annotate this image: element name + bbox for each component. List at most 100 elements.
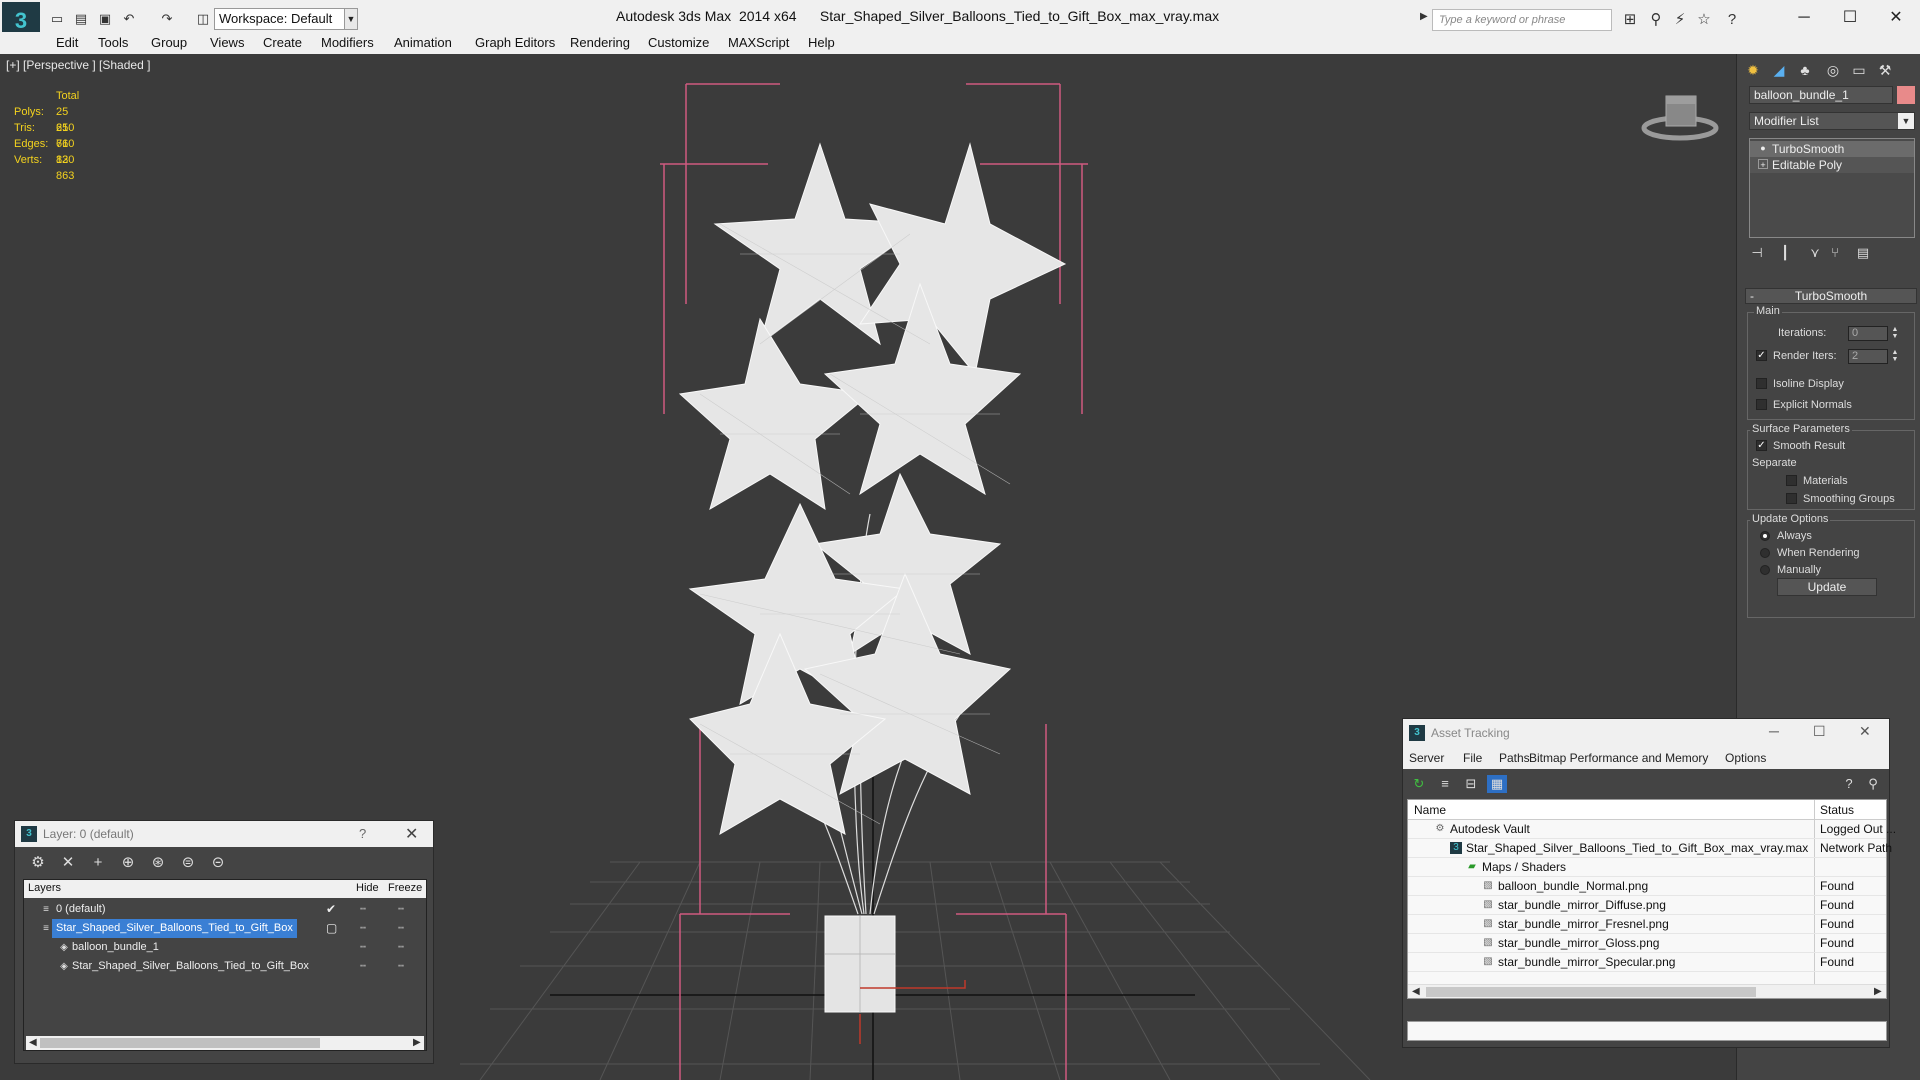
make-unique-icon[interactable]: ⋎ xyxy=(1805,244,1825,262)
hide-toggle[interactable]: ┅ xyxy=(360,957,366,976)
project-folder-icon[interactable]: ◫ xyxy=(194,10,212,28)
asset-menu-file[interactable]: File xyxy=(1463,751,1482,765)
create-tab-icon[interactable]: ✹ xyxy=(1741,58,1765,82)
smooth-result-checkbox[interactable]: ✓ xyxy=(1756,440,1767,451)
scroll-left-icon[interactable]: ◀ xyxy=(1412,985,1420,999)
viewcube[interactable] xyxy=(1641,95,1719,141)
menu-maxscript[interactable]: MAXScript xyxy=(728,35,789,50)
open-file-icon[interactable]: ▤ xyxy=(72,10,90,28)
asset-path-field[interactable] xyxy=(1407,1021,1887,1041)
iterations-spinner[interactable]: 0 xyxy=(1848,326,1888,341)
communication-icon[interactable]: ⚡ xyxy=(1670,10,1690,30)
spinner-arrows-icon[interactable]: ▲ ▼ xyxy=(1890,349,1900,364)
remove-modifier-icon[interactable]: ⑂ xyxy=(1825,244,1845,262)
manually-radio[interactable] xyxy=(1760,565,1770,575)
redo-icon[interactable]: ↷ xyxy=(158,10,176,28)
hide-toggle[interactable]: ┅ xyxy=(360,900,366,919)
modify-tab-icon[interactable]: ◢ xyxy=(1767,58,1791,82)
help-icon[interactable]: ? xyxy=(1722,10,1742,30)
layer-dialog-title-bar[interactable]: 3 Layer: 0 (default) ? ✕ xyxy=(15,821,433,847)
materials-checkbox[interactable] xyxy=(1786,475,1797,486)
lightbulb-icon[interactable]: ● xyxy=(1758,143,1768,153)
asset-row[interactable]: ▧ star_bundle_mirror_Gloss.png Found xyxy=(1408,934,1886,953)
update-button[interactable]: Update xyxy=(1777,578,1877,596)
asset-row[interactable]: ▧ star_bundle_mirror_Diffuse.png Found xyxy=(1408,896,1886,915)
hide-toggle[interactable]: ┅ xyxy=(360,919,366,938)
close-button[interactable]: ✕ xyxy=(1874,4,1918,32)
menu-edit[interactable]: Edit xyxy=(56,35,78,50)
layer-row[interactable]: ◈ balloon_bundle_1 ┅ ┅ xyxy=(24,938,426,957)
render-iters-spinner[interactable]: 2 xyxy=(1848,349,1888,364)
viewport-label[interactable]: [+] [Perspective ] [Shaded ] xyxy=(6,58,150,72)
undo-icon[interactable]: ↶ xyxy=(120,10,138,28)
minimize-button[interactable]: ─ xyxy=(1782,4,1826,32)
new-file-icon[interactable]: ▭ xyxy=(48,10,66,28)
render-iters-checkbox[interactable]: ✓ xyxy=(1756,350,1767,361)
menu-customize[interactable]: Customize xyxy=(648,35,709,50)
quick-access-dropdown[interactable]: ▼ xyxy=(344,8,358,30)
horizontal-scrollbar[interactable]: ◀ ▶ xyxy=(1408,984,1886,998)
tree-view-icon[interactable]: ⊟ xyxy=(1461,775,1481,793)
column-layers[interactable]: Layers xyxy=(28,882,61,894)
column-name[interactable]: Name xyxy=(1414,803,1446,817)
configure-sets-icon[interactable]: ▤ xyxy=(1853,244,1873,262)
menu-views[interactable]: Views xyxy=(210,35,244,50)
minimize-icon[interactable]: ─ xyxy=(1769,723,1779,739)
motion-tab-icon[interactable]: ◎ xyxy=(1821,58,1845,82)
menu-animation[interactable]: Animation xyxy=(394,35,452,50)
asset-menu-bitmap-performance[interactable]: Bitmap Performance and Memory xyxy=(1529,751,1708,765)
layer-manager-icon[interactable]: ⚙ xyxy=(27,853,49,873)
binoculars-icon[interactable]: ⊞ xyxy=(1620,10,1640,30)
asset-dialog-title-bar[interactable]: 3 Asset Tracking ─ ☐ ✕ xyxy=(1403,719,1889,747)
scroll-right-icon[interactable]: ▶ xyxy=(413,1036,421,1050)
pin-stack-icon[interactable]: ⊣ xyxy=(1747,244,1767,262)
menu-create[interactable]: Create xyxy=(263,35,302,50)
freeze-toggle[interactable]: ┅ xyxy=(398,900,404,919)
workspace-dropdown[interactable]: Workspace: Default ▼ xyxy=(214,8,356,30)
stack-item-editable-poly[interactable]: + Editable Poly xyxy=(1750,157,1914,173)
menu-modifiers[interactable]: Modifiers xyxy=(321,35,374,50)
freeze-toggle[interactable]: ┅ xyxy=(398,919,404,938)
menu-rendering[interactable]: Rendering xyxy=(570,35,630,50)
set-current-layer-icon[interactable]: ▢ xyxy=(326,919,337,938)
menu-graph-editors[interactable]: Graph Editors xyxy=(475,35,555,50)
save-icon[interactable]: ▣ xyxy=(96,10,114,28)
close-icon[interactable]: ✕ xyxy=(1859,723,1871,740)
list-view-icon[interactable]: ≡ xyxy=(1435,775,1455,793)
maximize-icon[interactable]: ☐ xyxy=(1813,723,1826,740)
show-end-result-icon[interactable]: ┃ xyxy=(1775,244,1795,262)
rollout-header[interactable]: - TurboSmooth xyxy=(1745,288,1917,304)
modifier-list-dropdown[interactable]: Modifier List ▼ xyxy=(1749,112,1915,130)
menu-tools[interactable]: Tools xyxy=(98,35,128,50)
asset-row[interactable]: ▰ Maps / Shaders xyxy=(1408,858,1886,877)
maximize-button[interactable]: ☐ xyxy=(1828,4,1872,32)
object-name-field[interactable]: balloon_bundle_1 xyxy=(1749,86,1893,104)
isoline-checkbox[interactable] xyxy=(1756,378,1767,389)
always-radio[interactable] xyxy=(1760,531,1770,541)
explicit-normals-checkbox[interactable] xyxy=(1756,399,1767,410)
layer-row[interactable]: ≡ Star_Shaped_Silver_Balloons_Tied_to_Gi… xyxy=(24,919,426,938)
menu-group[interactable]: Group xyxy=(151,35,187,50)
search-help-icon[interactable]: ⚲ xyxy=(1863,775,1883,793)
display-tab-icon[interactable]: ▭ xyxy=(1847,58,1871,82)
smoothing-groups-checkbox[interactable] xyxy=(1786,493,1797,504)
asset-menu-server[interactable]: Server xyxy=(1409,751,1444,765)
asset-menu-options[interactable]: Options xyxy=(1725,751,1766,765)
search-input[interactable]: Type a keyword or phrase xyxy=(1432,9,1612,31)
search-expand-icon[interactable]: ▶ xyxy=(1420,11,1428,22)
utilities-tab-icon[interactable]: ⚒ xyxy=(1873,58,1897,82)
help-icon[interactable]: ? xyxy=(1839,775,1859,793)
menu-help[interactable]: Help xyxy=(808,35,835,50)
help-icon[interactable]: ? xyxy=(359,826,366,841)
asset-row[interactable]: ▧ balloon_bundle_Normal.png Found xyxy=(1408,877,1886,896)
highlight-layer-icon[interactable]: ⊜ xyxy=(177,853,199,873)
expand-icon[interactable]: + xyxy=(1758,159,1768,170)
table-view-icon[interactable]: ▦ xyxy=(1487,775,1507,793)
scroll-right-icon[interactable]: ▶ xyxy=(1874,985,1882,999)
column-hide[interactable]: Hide xyxy=(356,882,379,894)
subscription-icon[interactable]: ⚲ xyxy=(1646,10,1666,30)
new-layer-icon[interactable]: + xyxy=(87,853,109,873)
add-to-layer-icon[interactable]: ⊕ xyxy=(117,853,139,873)
horizontal-scrollbar[interactable]: ◀ ▶ xyxy=(26,1036,424,1050)
layer-row[interactable]: ◈ Star_Shaped_Silver_Balloons_Tied_to_Gi… xyxy=(24,957,426,976)
